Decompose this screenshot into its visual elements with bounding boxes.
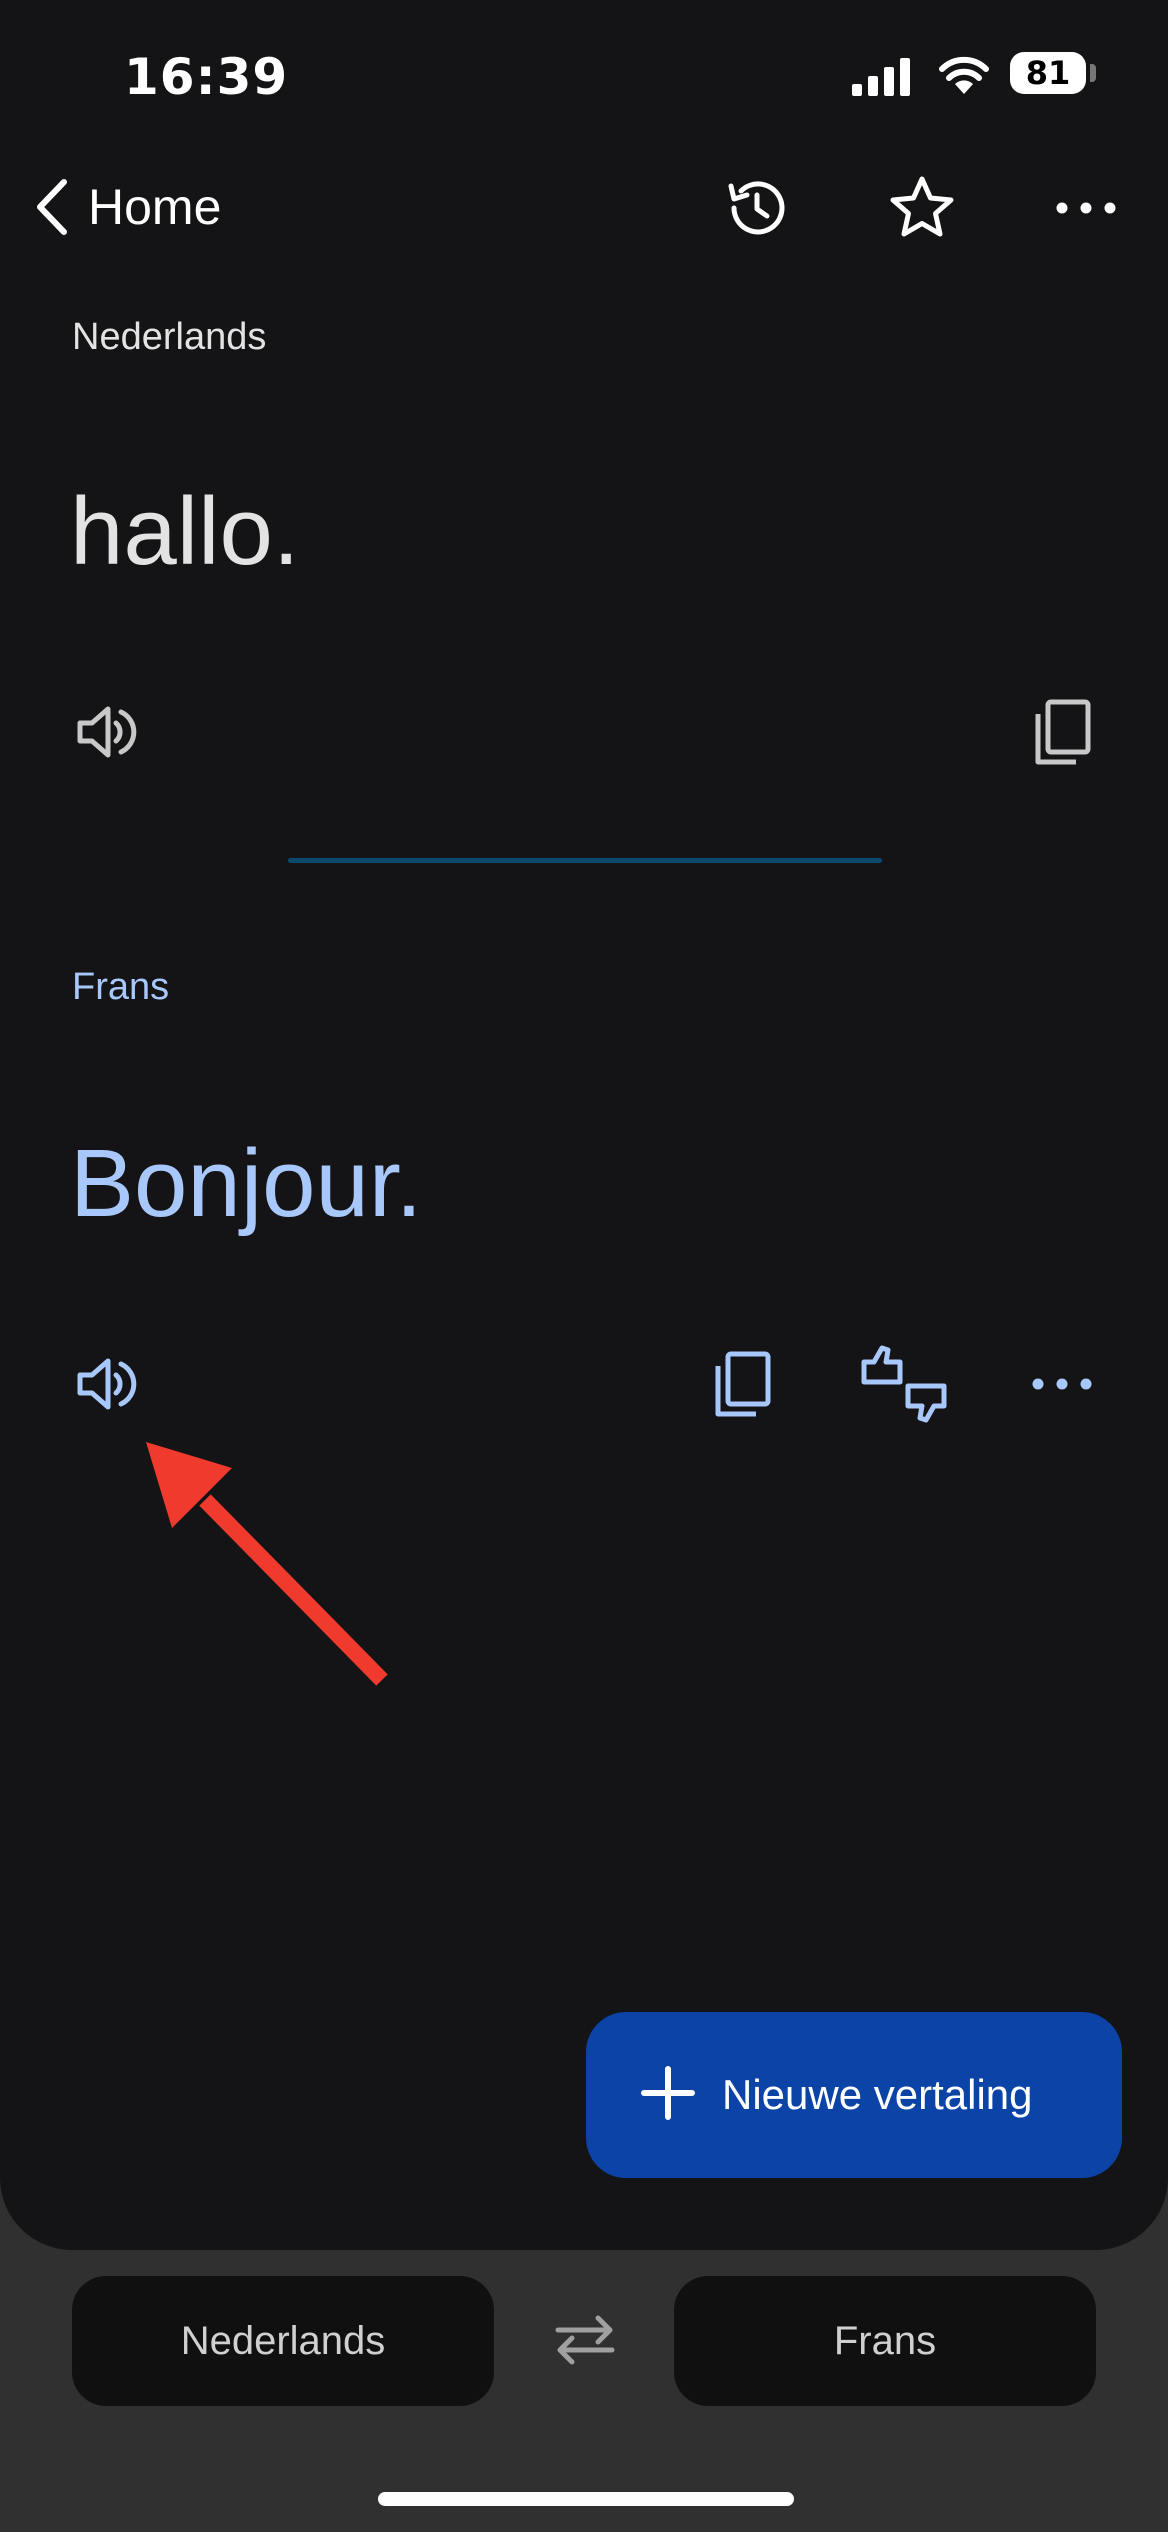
target-speaker-icon[interactable] <box>72 1348 144 1420</box>
source-copy-icon[interactable] <box>1028 696 1100 768</box>
plus-icon <box>641 2066 695 2120</box>
section-divider <box>288 858 882 863</box>
cellular-signal-icon <box>852 58 910 96</box>
history-icon[interactable] <box>720 172 792 244</box>
target-more-icon[interactable] <box>1026 1348 1098 1420</box>
star-icon[interactable] <box>886 172 958 244</box>
back-home-link[interactable]: Home <box>88 176 221 238</box>
translated-text[interactable]: Bonjour. <box>70 1126 422 1242</box>
target-language-label: Frans <box>72 966 170 1008</box>
swap-languages-icon[interactable] <box>550 2312 620 2368</box>
target-language-button[interactable]: Frans <box>674 2276 1096 2406</box>
more-options-icon[interactable] <box>1050 172 1122 244</box>
source-text[interactable]: hallo. <box>70 474 300 590</box>
battery-tip <box>1090 64 1096 82</box>
wifi-icon <box>939 56 989 94</box>
source-language-button[interactable]: Nederlands <box>72 2276 494 2406</box>
new-translation-button[interactable]: Nieuwe vertaling <box>586 2012 1122 2178</box>
status-time: 16:39 <box>124 48 289 106</box>
new-translation-label: Nieuwe vertaling <box>722 2071 1033 2118</box>
battery-indicator: 81 <box>1010 52 1086 94</box>
chevron-left-icon[interactable] <box>26 176 82 238</box>
source-language-label: Nederlands <box>72 316 267 358</box>
source-speaker-icon[interactable] <box>72 696 144 768</box>
target-copy-icon[interactable] <box>708 1348 780 1420</box>
home-indicator <box>378 2492 794 2506</box>
feedback-icon[interactable] <box>860 1344 948 1424</box>
